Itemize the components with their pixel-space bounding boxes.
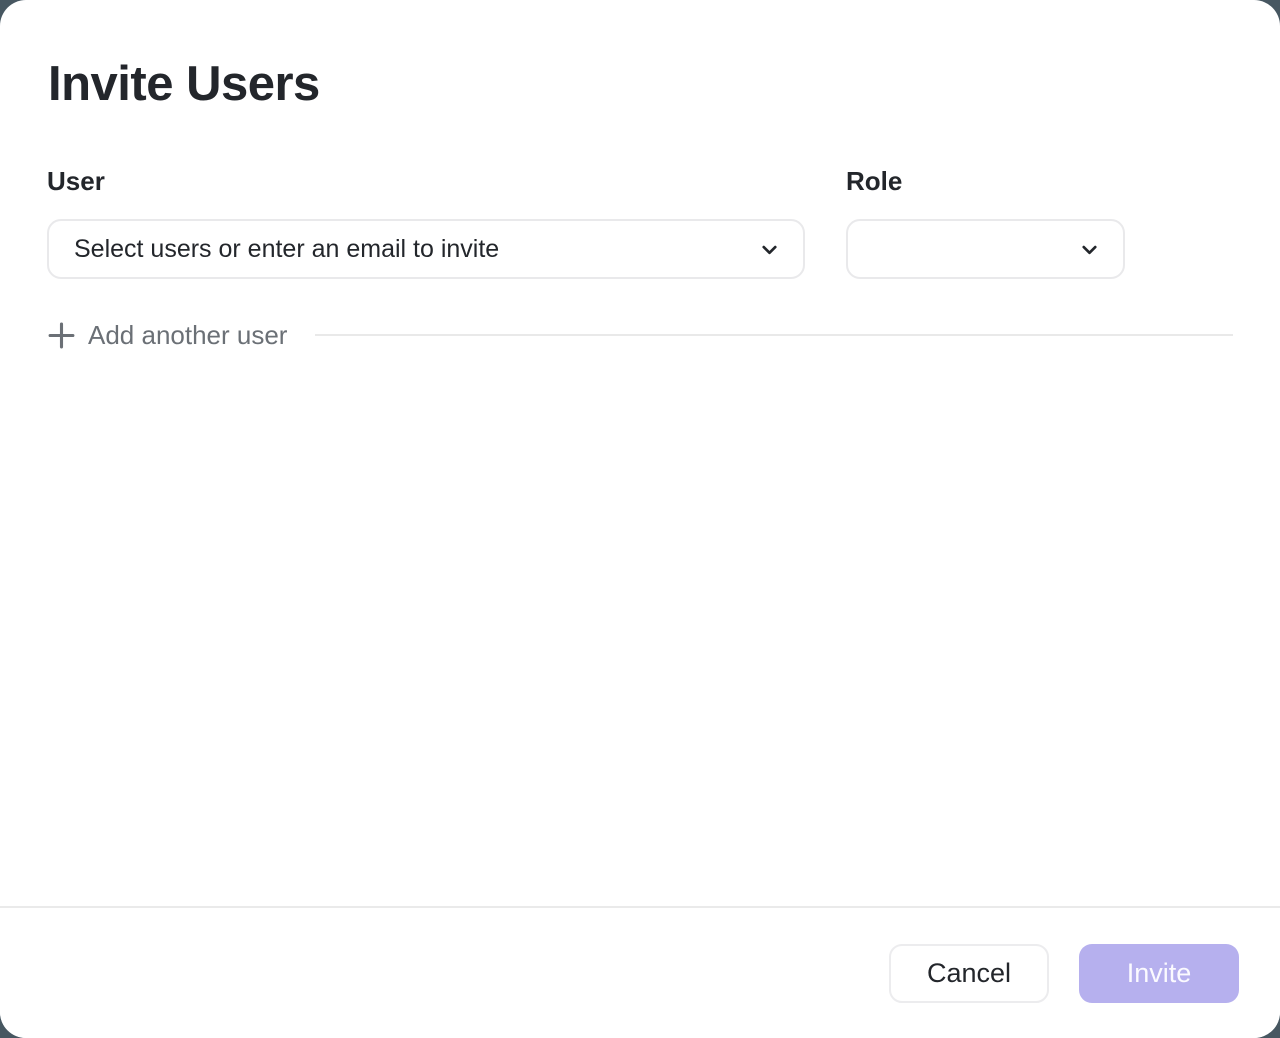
cancel-button[interactable]: Cancel	[889, 944, 1049, 1003]
invite-users-modal: Invite Users User Role Select users or e…	[0, 0, 1280, 1038]
add-another-user-label: Add another user	[88, 320, 287, 351]
role-field-label: Role	[846, 166, 902, 197]
add-another-user-button[interactable]: Add another user	[47, 320, 287, 351]
user-select-placeholder: Select users or enter an email to invite	[74, 235, 499, 264]
invite-button[interactable]: Invite	[1079, 944, 1239, 1003]
add-user-row: Add another user	[47, 318, 1233, 352]
plus-icon	[47, 321, 76, 350]
modal-title: Invite Users	[48, 56, 320, 112]
modal-footer: Cancel Invite	[0, 908, 1280, 1038]
chevron-down-icon	[758, 238, 781, 261]
role-select[interactable]	[846, 219, 1125, 279]
user-field-label: User	[47, 166, 105, 197]
user-select[interactable]: Select users or enter an email to invite	[47, 219, 805, 279]
add-user-divider	[315, 334, 1233, 336]
chevron-down-icon	[1078, 238, 1101, 261]
